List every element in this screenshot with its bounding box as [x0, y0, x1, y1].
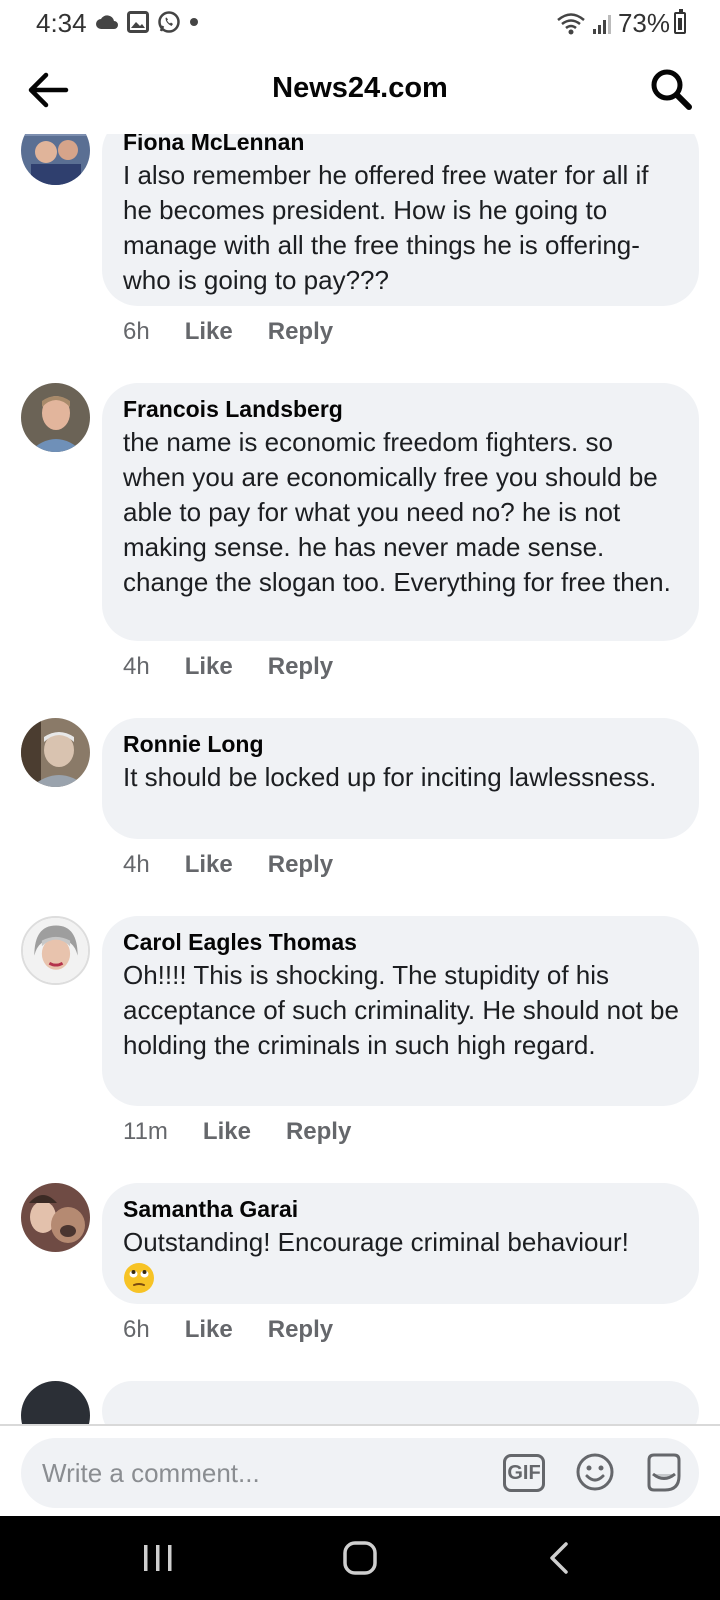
smiley-icon — [576, 1453, 614, 1491]
whatsapp-icon — [158, 11, 180, 33]
comment-time[interactable]: 6h — [123, 1316, 150, 1344]
comment-author[interactable]: Fiona McLennan — [123, 134, 679, 158]
recent-apps-button[interactable] — [138, 1540, 178, 1576]
reply-button[interactable]: Reply — [268, 851, 333, 879]
system-back-button[interactable] — [542, 1540, 582, 1576]
status-bar: 4:34 73% — [0, 0, 720, 46]
comment-time[interactable]: 4h — [123, 851, 150, 879]
comment-actions: 4h Like Reply — [123, 653, 333, 681]
comment-actions: 11m Like Reply — [123, 1118, 351, 1146]
like-button[interactable]: Like — [185, 318, 233, 346]
comment-actions: 4h Like Reply — [123, 851, 333, 879]
comment-actions: 6h Like Reply — [123, 318, 333, 346]
comment-text: I also remember he offered free water fo… — [123, 160, 649, 295]
recent-apps-icon — [144, 1545, 172, 1571]
cloud-icon — [96, 15, 118, 29]
comment-input[interactable]: Write a comment... GIF — [21, 1438, 699, 1508]
comment-bubble[interactable]: Fiona McLennan I also remember he offere… — [102, 134, 699, 306]
like-button[interactable]: Like — [185, 851, 233, 879]
notification-icons — [95, 10, 199, 34]
like-button[interactable]: Like — [203, 1118, 251, 1146]
comment-bubble[interactable]: Samantha Garai Outstanding! Encourage cr… — [102, 1183, 699, 1304]
gif-button[interactable]: GIF — [503, 1454, 545, 1492]
battery-icon — [674, 9, 686, 34]
comment-input-placeholder: Write a comment... — [42, 1458, 260, 1488]
avatar[interactable] — [21, 383, 90, 452]
gallery-icon — [127, 11, 149, 33]
dot-icon — [190, 18, 198, 26]
comment-time[interactable]: 6h — [123, 318, 150, 346]
comment-bubble[interactable]: Francois Landsberg the name is economic … — [102, 383, 699, 641]
home-icon — [343, 1541, 377, 1575]
search-icon — [651, 69, 692, 110]
comment-actions: 6h Like Reply — [123, 1316, 333, 1344]
battery-percent: 73% — [617, 8, 670, 38]
signal-icon — [592, 14, 611, 34]
status-time: 4:34 — [36, 8, 87, 38]
page-title: News24.com — [272, 72, 448, 104]
sticker-icon — [647, 1453, 681, 1492]
system-nav-bar — [0, 1516, 720, 1600]
avatar[interactable] — [21, 718, 90, 787]
comment-text: It should be locked up for inciting lawl… — [123, 762, 657, 792]
comment-author[interactable]: Ronnie Long — [123, 728, 679, 760]
comment-author[interactable]: Carol Eagles Thomas — [123, 926, 679, 958]
app-header: News24.com — [0, 46, 720, 134]
comment-author[interactable]: Francois Landsberg — [123, 393, 679, 425]
system-status: 73% — [556, 8, 670, 39]
reply-button[interactable]: Reply — [268, 1316, 333, 1344]
reply-button[interactable]: Reply — [268, 318, 333, 346]
avatar[interactable] — [21, 1183, 90, 1252]
like-button[interactable]: Like — [185, 1316, 233, 1344]
comment-composer: Write a comment... GIF — [0, 1424, 720, 1516]
search-button[interactable] — [648, 66, 694, 112]
comment-bubble[interactable] — [102, 1381, 699, 1424]
comment-text-content: Outstanding! Encourage criminal behaviou… — [123, 1227, 629, 1257]
wifi-icon — [557, 12, 585, 34]
comment-bubble[interactable]: Carol Eagles Thomas Oh!!!! This is shock… — [102, 916, 699, 1106]
comment-text: the name is economic freedom fighters. s… — [123, 427, 671, 597]
comment-text: Outstanding! Encourage criminal behaviou… — [123, 1225, 679, 1303]
emoji-button[interactable] — [575, 1452, 615, 1492]
eye-roll-emoji-icon — [124, 1263, 154, 1293]
avatar[interactable] — [21, 134, 90, 185]
chevron-left-icon — [550, 1542, 568, 1574]
reply-button[interactable]: Reply — [286, 1118, 351, 1146]
reply-button[interactable]: Reply — [268, 653, 333, 681]
comment-time[interactable]: 4h — [123, 653, 150, 681]
comment-time[interactable]: 11m — [123, 1118, 168, 1146]
like-button[interactable]: Like — [185, 653, 233, 681]
comment-author[interactable]: Samantha Garai — [123, 1193, 679, 1225]
comment-text: Oh!!!! This is shocking. The stupidity o… — [123, 960, 679, 1060]
home-button[interactable] — [340, 1540, 380, 1576]
avatar[interactable] — [21, 1381, 90, 1424]
avatar[interactable] — [21, 916, 90, 985]
comment-bubble[interactable]: Ronnie Long It should be locked up for i… — [102, 718, 699, 839]
comment-list[interactable]: Fiona McLennan I also remember he offere… — [0, 134, 720, 1424]
sticker-button[interactable] — [643, 1452, 685, 1494]
